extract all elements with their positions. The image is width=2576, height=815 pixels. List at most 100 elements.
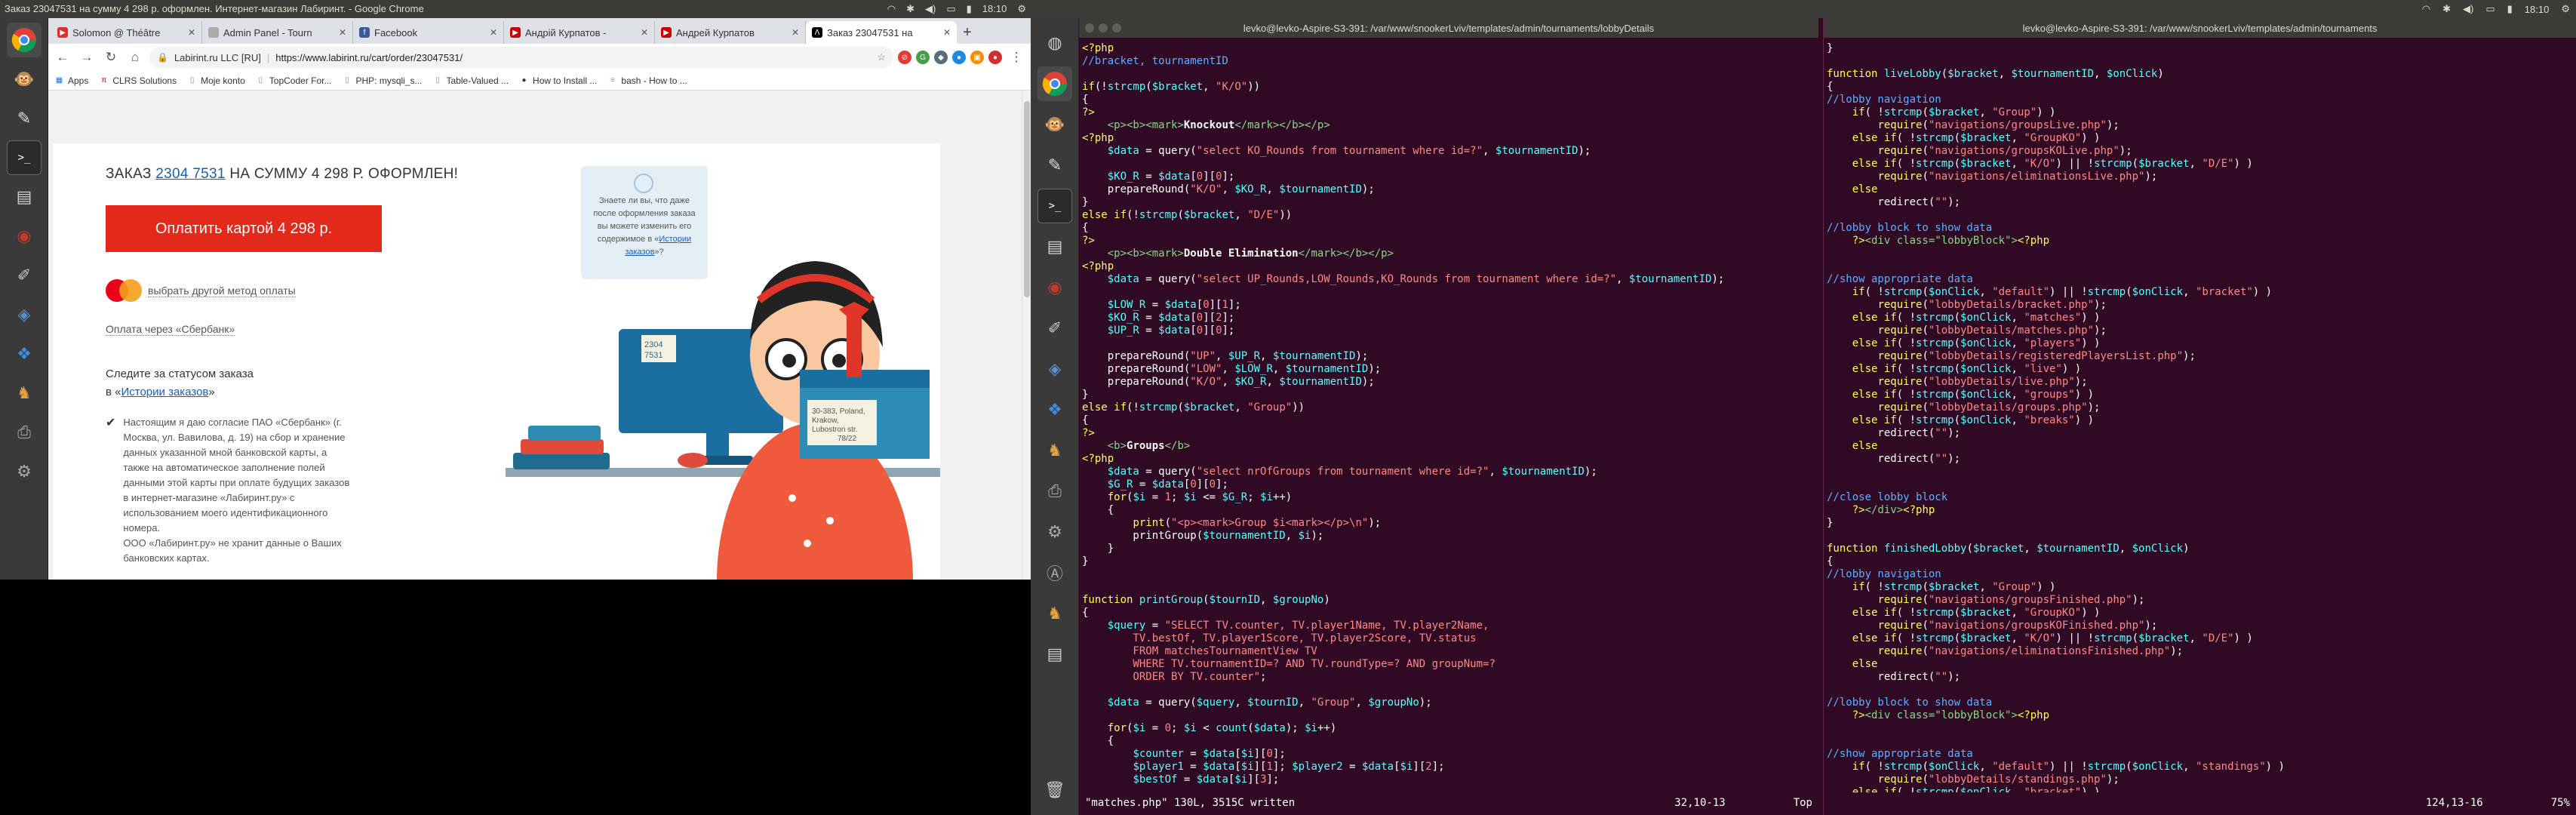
bookmark-how-to-install[interactable]: ● How to Install ... (519, 75, 598, 86)
system-tray[interactable]: ◠ ✱ ◀) ▭ ▮ 18:10 ⚙ (887, 0, 1026, 18)
game-2-icon[interactable]: ♞ (1037, 596, 1072, 631)
bluetooth-icon[interactable]: ✱ (2442, 3, 2451, 15)
extension-box-icon[interactable]: ▣ (970, 51, 984, 64)
bluetooth-icon[interactable]: ✱ (906, 0, 915, 18)
code-right[interactable]: } function liveLobby($bracket, $tourname… (1824, 38, 2576, 792)
address-bar[interactable]: 🔒 Labirint.ru LLC [RU] | https://www.lab… (149, 47, 893, 68)
page-scrollbar[interactable] (1022, 91, 1031, 580)
bookmark-apps[interactable]: ▦ Apps (54, 75, 89, 86)
close-icon[interactable]: ✕ (339, 27, 346, 38)
trash-icon[interactable]: 🗑 (1037, 773, 1072, 807)
dash-icon[interactable]: ◍ (1037, 26, 1072, 60)
game-icon[interactable]: ♞ (1037, 433, 1072, 468)
software-center-icon[interactable]: ✐ (7, 258, 41, 293)
other-payment-method[interactable]: выбрать другой метод оплаты (106, 279, 296, 302)
files-icon[interactable]: 🐵 (1037, 107, 1072, 142)
chrome-icon[interactable] (7, 23, 41, 57)
virtualbox-icon[interactable]: ◈ (1037, 352, 1072, 386)
settings-icon[interactable]: ⚙ (1037, 515, 1072, 549)
back-arrow-icon[interactable]: ← (53, 48, 72, 67)
extension-shield-icon[interactable]: ◆ (934, 51, 948, 64)
extension-block-icon[interactable]: ⊘ (898, 51, 911, 64)
tab-kurpatov-2[interactable]: ▶ Андрей Курпатов ✕ (655, 21, 806, 44)
text-editor-icon[interactable]: ✎ (7, 101, 41, 136)
text-editor-icon[interactable]: ✎ (1037, 148, 1072, 183)
terminal-2-icon[interactable]: ▤ (1037, 637, 1072, 672)
close-icon[interactable]: ✕ (943, 27, 951, 38)
tab-labirint-order[interactable]: Λ Заказ 23047531 на ✕ (806, 21, 957, 44)
forward-arrow-icon[interactable]: → (77, 48, 97, 67)
url-text[interactable]: https://www.labirint.ru/cart/order/23047… (275, 52, 463, 63)
bookmark-table-valued[interactable]: ▯ Table-Valued ... (433, 75, 509, 86)
settings-gear-icon[interactable]: ⚙ (1017, 0, 1026, 18)
tab-admin-panel[interactable]: Admin Panel - Tourn ✕ (202, 21, 353, 44)
menu-icon[interactable]: ⋮ (1007, 48, 1026, 67)
code-left[interactable]: <?php //bracket, tournamentID if(!strcmp… (1079, 38, 1818, 792)
terminal-left-title: levko@levko-Aspire-S3-391: /var/www/snoo… (1243, 22, 1655, 34)
window-controls[interactable] (1085, 23, 1121, 32)
file-manager-icon[interactable]: ▤ (1037, 229, 1072, 264)
pay-by-card-button[interactable]: Оплатить картой 4 298 р. (106, 205, 382, 252)
file-manager-icon[interactable]: ▤ (7, 180, 41, 214)
close-icon[interactable]: ✕ (490, 27, 497, 38)
profile-avatar[interactable]: ● (988, 51, 1002, 64)
reload-icon[interactable]: ↻ (101, 48, 121, 67)
close-icon[interactable]: ✕ (641, 27, 648, 38)
dropbox-icon[interactable]: ❖ (7, 337, 41, 371)
settings-gear-icon[interactable]: ⚙ (2561, 3, 2570, 15)
terminal-left[interactable]: levko@levko-Aspire-S3-391: /var/www/snoo… (1079, 18, 1818, 815)
printer-icon[interactable]: ⎙ (1037, 474, 1072, 509)
bookmark-topcoder[interactable]: ▯ TopCoder For... (256, 75, 332, 86)
tab-facebook[interactable]: f Facebook ✕ (353, 21, 504, 44)
bookmark-clrs[interactable]: π CLRS Solutions (99, 75, 177, 86)
settings-icon[interactable]: ⚙ (7, 454, 41, 489)
order-history-link[interactable]: Истории заказов (121, 386, 208, 398)
printer-icon[interactable]: ⎙ (7, 415, 41, 450)
clock[interactable]: 18:10 (2525, 4, 2550, 15)
close-icon[interactable]: ✕ (792, 27, 799, 38)
document-viewer-icon[interactable]: ◉ (7, 219, 41, 254)
volume-icon[interactable]: ◀) (925, 0, 936, 18)
bookmark-moje-konto[interactable]: ▯ Moje konto (187, 75, 245, 86)
chrome-icon[interactable] (1037, 66, 1072, 101)
clock[interactable]: 18:10 (982, 0, 1007, 18)
home-icon[interactable]: ⌂ (125, 48, 145, 67)
star-icon[interactable]: ☆ (877, 51, 886, 63)
game-icon[interactable]: ♞ (7, 376, 41, 411)
extension-circle-icon[interactable]: ● (952, 51, 966, 64)
wifi-icon[interactable]: ◠ (2422, 3, 2430, 15)
system-tray[interactable]: ◠ ✱ ◀) ▭ ▮ 18:10 ⚙ (2422, 0, 2570, 18)
terminal-right-titlebar[interactable]: levko@levko-Aspire-S3-391: /var/www/snoo… (1824, 18, 2576, 38)
order-number-link[interactable]: 2304 7531 (155, 166, 226, 182)
keyboard-icon[interactable]: ▭ (2485, 3, 2495, 15)
battery-icon[interactable]: ▮ (2507, 3, 2513, 15)
tab-kurpatov-1[interactable]: ▶ Андрій Курпатов - ✕ (504, 21, 655, 44)
close-icon[interactable]: ✕ (188, 27, 195, 38)
software-center-icon[interactable]: ✐ (1037, 311, 1072, 346)
terminal-icon[interactable]: >_ (1037, 189, 1072, 223)
wifi-icon[interactable]: ◠ (887, 0, 896, 18)
new-tab-button[interactable]: + (957, 21, 978, 44)
bookmark-bash[interactable]: ≡ bash - How to ... (607, 75, 687, 86)
other-payment-link[interactable]: выбрать другой метод оплаты (148, 284, 296, 297)
bookmark-php-mysqli[interactable]: ▯ PHP: mysqli_s... (343, 75, 422, 86)
clock-app-icon[interactable]: Ⓐ (1037, 555, 1072, 590)
sticky-note-text-1: 2304 (644, 340, 662, 349)
battery-icon[interactable]: ▮ (967, 0, 972, 18)
checkmark-icon[interactable]: ✔ (106, 415, 115, 566)
dropbox-icon[interactable]: ❖ (1037, 392, 1072, 427)
volume-icon[interactable]: ◀) (2463, 3, 2473, 15)
sberbank-payment-link[interactable]: Оплата через «Сбербанк» (106, 323, 235, 336)
terminal-left-titlebar[interactable]: levko@levko-Aspire-S3-391: /var/www/snoo… (1079, 18, 1818, 38)
virtualbox-icon[interactable]: ◈ (7, 297, 41, 332)
extension-grammar-icon[interactable]: G (916, 51, 930, 64)
terminal-icon[interactable]: >_ (7, 140, 41, 175)
scrollbar-thumb[interactable] (1024, 101, 1030, 297)
files-icon[interactable]: 🐵 (7, 62, 41, 97)
tab-solomon[interactable]: ▶ Solomon @ Théâtre ✕ (51, 21, 202, 44)
terminal-right[interactable]: levko@levko-Aspire-S3-391: /var/www/snoo… (1823, 18, 2576, 815)
order-tracking-text: Следите за статусом заказа в «Истории за… (106, 368, 254, 398)
document-viewer-icon[interactable]: ◉ (1037, 270, 1072, 305)
keyboard-icon[interactable]: ▭ (946, 0, 955, 18)
terminal-right-title: levko@levko-Aspire-S3-391: /var/www/snoo… (2022, 22, 2378, 34)
